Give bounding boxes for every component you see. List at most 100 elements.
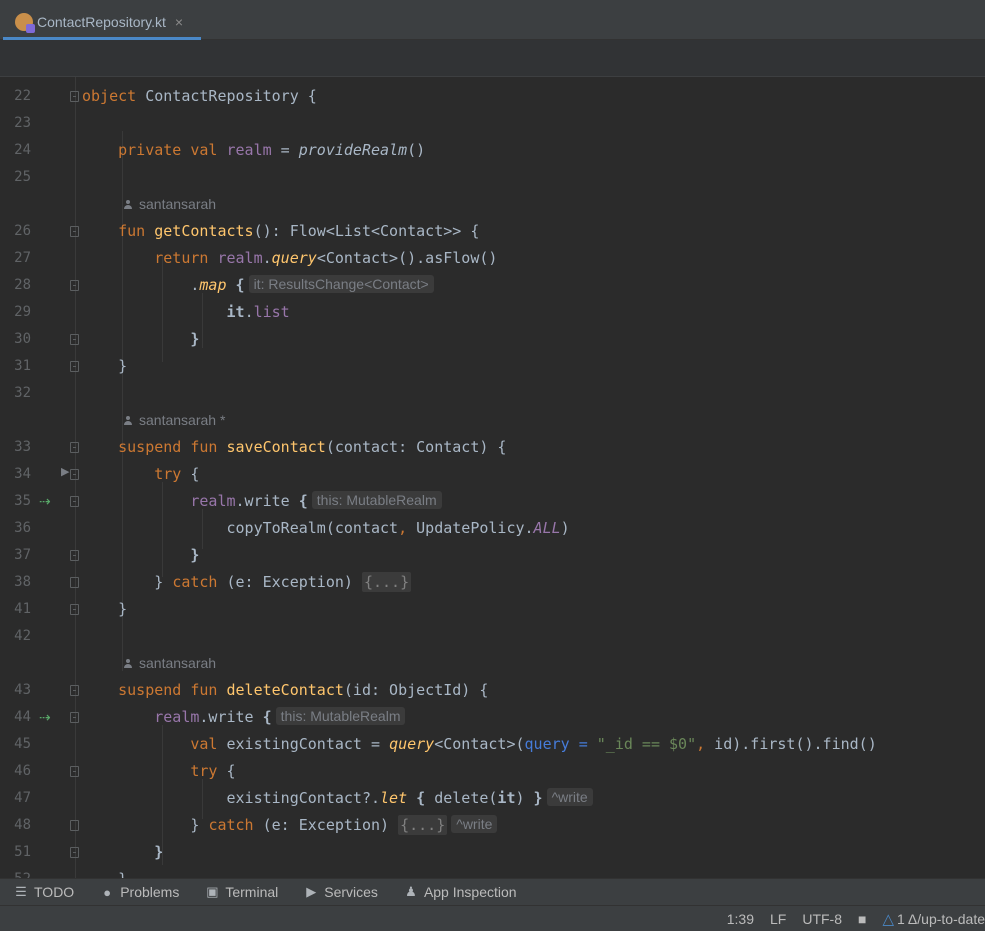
notifications-icon[interactable]: ■ bbox=[858, 911, 866, 927]
tool-label: App Inspection bbox=[423, 884, 517, 900]
code-line: 52 } bbox=[3, 866, 985, 878]
code-line: 28 .map {it: ResultsChange<Contact> bbox=[3, 272, 985, 299]
code-text: } bbox=[82, 866, 127, 878]
code-line: 34 ▶ try { bbox=[3, 461, 985, 488]
user-icon bbox=[123, 200, 133, 210]
app-inspection-icon: ♟ bbox=[405, 884, 417, 899]
folded-code[interactable]: {...} bbox=[398, 815, 448, 835]
code-line: 31 } bbox=[3, 353, 985, 380]
code-author-hint[interactable]: santansarah bbox=[123, 191, 216, 218]
code-line: 51 } bbox=[3, 839, 985, 866]
line-number: 46 bbox=[14, 763, 31, 779]
code-text: } bbox=[190, 546, 200, 564]
code-author-hint[interactable]: santansarah bbox=[123, 650, 216, 677]
fold-marker[interactable] bbox=[70, 280, 79, 291]
vcs-warning-icon: △ bbox=[882, 910, 895, 928]
fold-marker[interactable] bbox=[70, 820, 79, 831]
fold-marker[interactable] bbox=[70, 604, 79, 615]
code-text: fun getContacts(): Flow<List<Contact>> { bbox=[118, 222, 480, 240]
code-text: realm.write {this: MutableRealm bbox=[82, 488, 442, 515]
code-line: 23 bbox=[3, 110, 985, 137]
line-number: 22 bbox=[14, 88, 31, 104]
tab-contact-repository[interactable]: ContactRepository.kt × bbox=[3, 6, 201, 40]
tool-services[interactable]: ▶ Services bbox=[304, 884, 378, 900]
inlay-hint: ^write bbox=[451, 815, 498, 833]
code-text: object ContactRepository { bbox=[82, 87, 317, 105]
code-text: val existingContact = query<Contact>(que… bbox=[190, 735, 877, 753]
code-editor[interactable]: 22 object ContactRepository { 23 24 priv… bbox=[3, 77, 985, 878]
list-icon: ☰ bbox=[15, 884, 27, 899]
code-line: 24 private val realm = provideRealm() bbox=[3, 137, 985, 164]
fold-marker[interactable] bbox=[70, 685, 79, 696]
line-number: 32 bbox=[14, 385, 31, 401]
code-line: 32 bbox=[3, 380, 985, 407]
code-line: 43 suspend fun deleteContact(id: ObjectI… bbox=[3, 677, 985, 704]
code-line: 47 existingContact?.let { delete(it) } ^w… bbox=[3, 785, 985, 812]
fold-marker[interactable] bbox=[70, 712, 79, 723]
tool-todo[interactable]: ☰ TODO bbox=[14, 884, 74, 900]
tool-app-inspection[interactable]: ♟ App Inspection bbox=[404, 884, 517, 900]
run-arrow-icon[interactable]: ▶ bbox=[61, 465, 69, 478]
line-number: 51 bbox=[14, 844, 31, 860]
line-number: 23 bbox=[14, 115, 31, 131]
line-number: 34 bbox=[14, 466, 31, 482]
line-number: 52 bbox=[7, 866, 31, 878]
vcs-status[interactable]: △ 1 Δ/up-to-date bbox=[882, 910, 985, 928]
line-number: 31 bbox=[14, 358, 31, 374]
code-line: 45 val existingContact = query<Contact>(… bbox=[3, 731, 985, 758]
line-number: 25 bbox=[14, 169, 31, 185]
code-line: 33 suspend fun saveContact(contact: Cont… bbox=[3, 434, 985, 461]
fold-marker[interactable] bbox=[70, 847, 79, 858]
code-author-hint[interactable]: santansarah * bbox=[123, 407, 225, 434]
code-line: 41 } bbox=[3, 596, 985, 623]
code-text: suspend fun saveContact(contact: Contact… bbox=[118, 438, 507, 456]
fold-marker[interactable] bbox=[70, 334, 79, 345]
code-text: } bbox=[82, 357, 128, 375]
code-text: } bbox=[154, 843, 164, 861]
code-text: realm.write {this: MutableRealm bbox=[82, 704, 406, 731]
vcs-status-text: 1 Δ/up-to-date bbox=[897, 910, 985, 927]
user-icon bbox=[123, 659, 133, 669]
inlay-hint: this: MutableRealm bbox=[275, 707, 406, 725]
terminal-icon: ▣ bbox=[206, 884, 219, 899]
code-line: 37 } bbox=[3, 542, 985, 569]
close-icon[interactable]: × bbox=[175, 14, 183, 30]
code-line: 25 bbox=[3, 164, 985, 191]
suspend-call-icon[interactable]: ⇢ bbox=[39, 709, 51, 726]
code-text: private val realm = provideRealm() bbox=[118, 141, 426, 159]
fold-marker[interactable] bbox=[70, 550, 79, 561]
code-line: 27 return realm.query<Contact>().asFlow(… bbox=[3, 245, 985, 272]
fold-marker[interactable] bbox=[70, 766, 79, 777]
file-encoding[interactable]: UTF-8 bbox=[802, 911, 842, 927]
inlay-hint: ^write bbox=[546, 788, 593, 806]
code-text: try { bbox=[190, 762, 236, 780]
fold-marker[interactable] bbox=[70, 469, 79, 480]
code-line: 46 try { bbox=[3, 758, 985, 785]
code-text: } bbox=[82, 600, 128, 618]
fold-marker[interactable] bbox=[70, 91, 79, 102]
navigation-bar bbox=[0, 40, 985, 77]
fold-marker[interactable] bbox=[70, 577, 79, 588]
line-number: 37 bbox=[14, 547, 31, 563]
fold-marker[interactable] bbox=[70, 442, 79, 453]
fold-marker[interactable] bbox=[70, 496, 79, 507]
inlay-hint: it: ResultsChange<Contact> bbox=[248, 275, 434, 293]
tool-label: Terminal bbox=[225, 884, 279, 900]
line-number: 26 bbox=[14, 223, 31, 239]
suspend-call-icon[interactable]: ⇢ bbox=[39, 493, 51, 510]
line-number: 42 bbox=[14, 628, 31, 644]
line-separator[interactable]: LF bbox=[770, 911, 786, 927]
code-line: 44 ⇢ realm.write {this: MutableRealm bbox=[3, 704, 985, 731]
code-text: copyToRealm(contact, UpdatePolicy.ALL) bbox=[82, 519, 570, 537]
fold-marker[interactable] bbox=[70, 226, 79, 237]
fold-marker[interactable] bbox=[70, 361, 79, 372]
code-line: 29 it.list bbox=[3, 299, 985, 326]
tool-problems[interactable]: ● Problems bbox=[100, 884, 179, 900]
tool-terminal[interactable]: ▣ Terminal bbox=[205, 884, 278, 900]
folded-code[interactable]: {...} bbox=[361, 572, 412, 592]
code-line: 36 copyToRealm(contact, UpdatePolicy.ALL… bbox=[3, 515, 985, 542]
author-name: santansarah bbox=[139, 655, 217, 671]
line-number: 24 bbox=[14, 142, 31, 158]
line-number: 43 bbox=[14, 682, 31, 698]
caret-position[interactable]: 1:39 bbox=[727, 911, 754, 927]
